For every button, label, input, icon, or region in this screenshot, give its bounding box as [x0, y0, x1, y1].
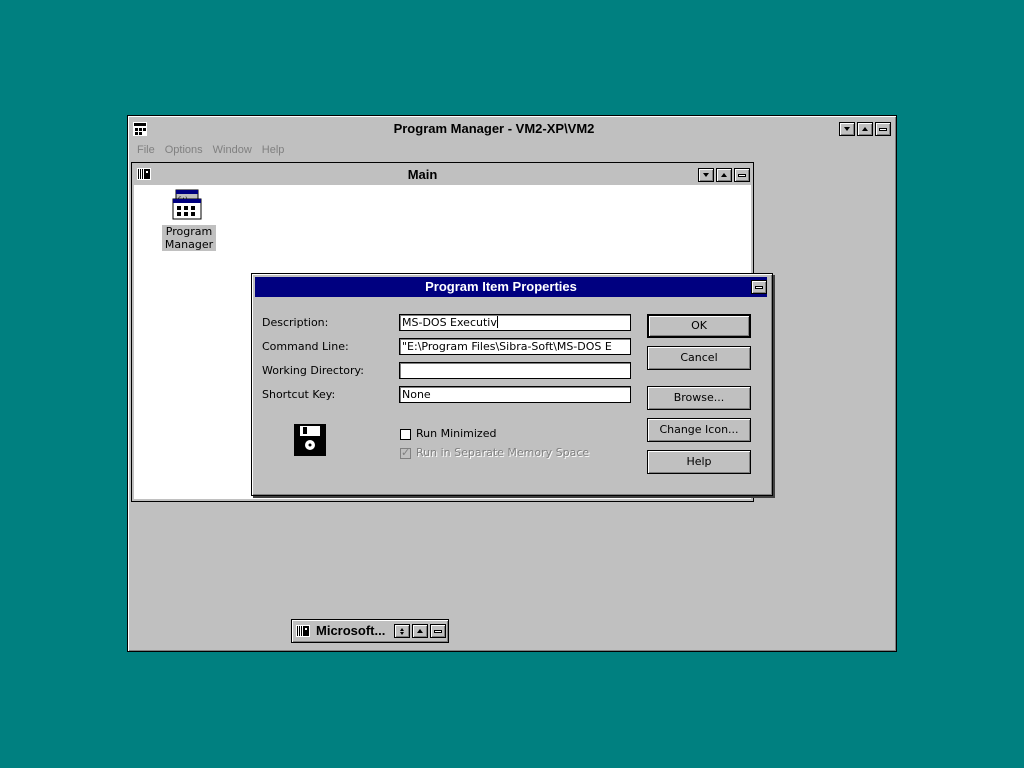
system-menu-icon[interactable]: [132, 121, 148, 137]
minimized-maximize-button[interactable]: [412, 624, 428, 638]
dialog-control-menu-button[interactable]: [751, 280, 767, 294]
run-minimized-checkbox[interactable]: [400, 429, 411, 440]
run-separate-memory-checkbox[interactable]: [400, 446, 411, 459]
menu-file[interactable]: File: [132, 141, 160, 159]
program-manager-item[interactable]: C:\ Program Manager: [162, 189, 216, 253]
help-button[interactable]: Help: [647, 450, 751, 474]
program-manager-icon-label: Program Manager: [162, 225, 216, 251]
minimized-control-button[interactable]: [430, 624, 446, 638]
control-menu-icon: [434, 629, 442, 633]
browse-button[interactable]: Browse...: [647, 386, 751, 410]
restore-icon: [400, 627, 404, 635]
run-separate-memory-label: Run in Separate Memory Space: [416, 446, 590, 459]
maximize-icon: [721, 173, 727, 177]
maximize-icon: [862, 127, 868, 131]
maximize-button[interactable]: [857, 122, 873, 136]
minimize-button[interactable]: [839, 122, 855, 136]
description-value: MS-DOS Executiv: [402, 316, 497, 329]
program-item-properties-dialog: Program Item Properties Description: Com…: [251, 273, 773, 496]
dialog-title: Program Item Properties: [425, 279, 577, 294]
minimized-group-microsoft[interactable]: Microsoft...: [291, 619, 449, 643]
run-minimized-label: Run Minimized: [416, 427, 497, 440]
minimized-group-icon: [296, 625, 310, 640]
minimized-group-title: Microsoft...: [316, 623, 386, 638]
main-minimize-button[interactable]: [698, 168, 714, 182]
menu-bar: File Options Window Help: [132, 141, 289, 159]
icon-label-line2: Manager: [164, 238, 214, 251]
minimized-restore-button[interactable]: [394, 624, 410, 638]
command-line-input[interactable]: "E:\Program Files\Sibra-Soft\MS-DOS E: [399, 338, 631, 355]
main-group-title: Main: [407, 167, 438, 182]
group-system-icon[interactable]: [136, 166, 152, 182]
command-line-label: Command Line:: [262, 340, 349, 353]
program-manager-icon: C:\: [172, 189, 204, 224]
main-maximize-button[interactable]: [716, 168, 732, 182]
program-manager-title: Program Manager - VM2-XP\VM2: [393, 121, 595, 136]
shortcut-key-label: Shortcut Key:: [262, 388, 336, 401]
control-menu-icon: [738, 173, 746, 177]
working-directory-label: Working Directory:: [262, 364, 364, 377]
text-caret: [496, 316, 498, 328]
description-label: Description:: [262, 316, 329, 329]
icon-label-line1: Program: [165, 225, 213, 238]
floppy-disk-icon: [294, 424, 326, 459]
ok-button[interactable]: OK: [647, 314, 751, 338]
menu-options[interactable]: Options: [160, 141, 208, 159]
menu-help[interactable]: Help: [257, 141, 290, 159]
control-menu-icon: [879, 127, 887, 131]
shortcut-key-input[interactable]: None: [399, 386, 631, 403]
close-minus-button[interactable]: [875, 122, 891, 136]
menu-window[interactable]: Window: [208, 141, 257, 159]
description-input[interactable]: MS-DOS Executiv: [399, 314, 631, 331]
working-directory-input[interactable]: [399, 362, 631, 379]
minimize-icon: [703, 173, 709, 177]
minimize-icon: [844, 127, 850, 131]
maximize-icon: [417, 629, 423, 633]
change-icon-button[interactable]: Change Icon...: [647, 418, 751, 442]
main-control-button[interactable]: [734, 168, 750, 182]
cancel-button[interactable]: Cancel: [647, 346, 751, 370]
control-menu-icon: [755, 285, 763, 289]
